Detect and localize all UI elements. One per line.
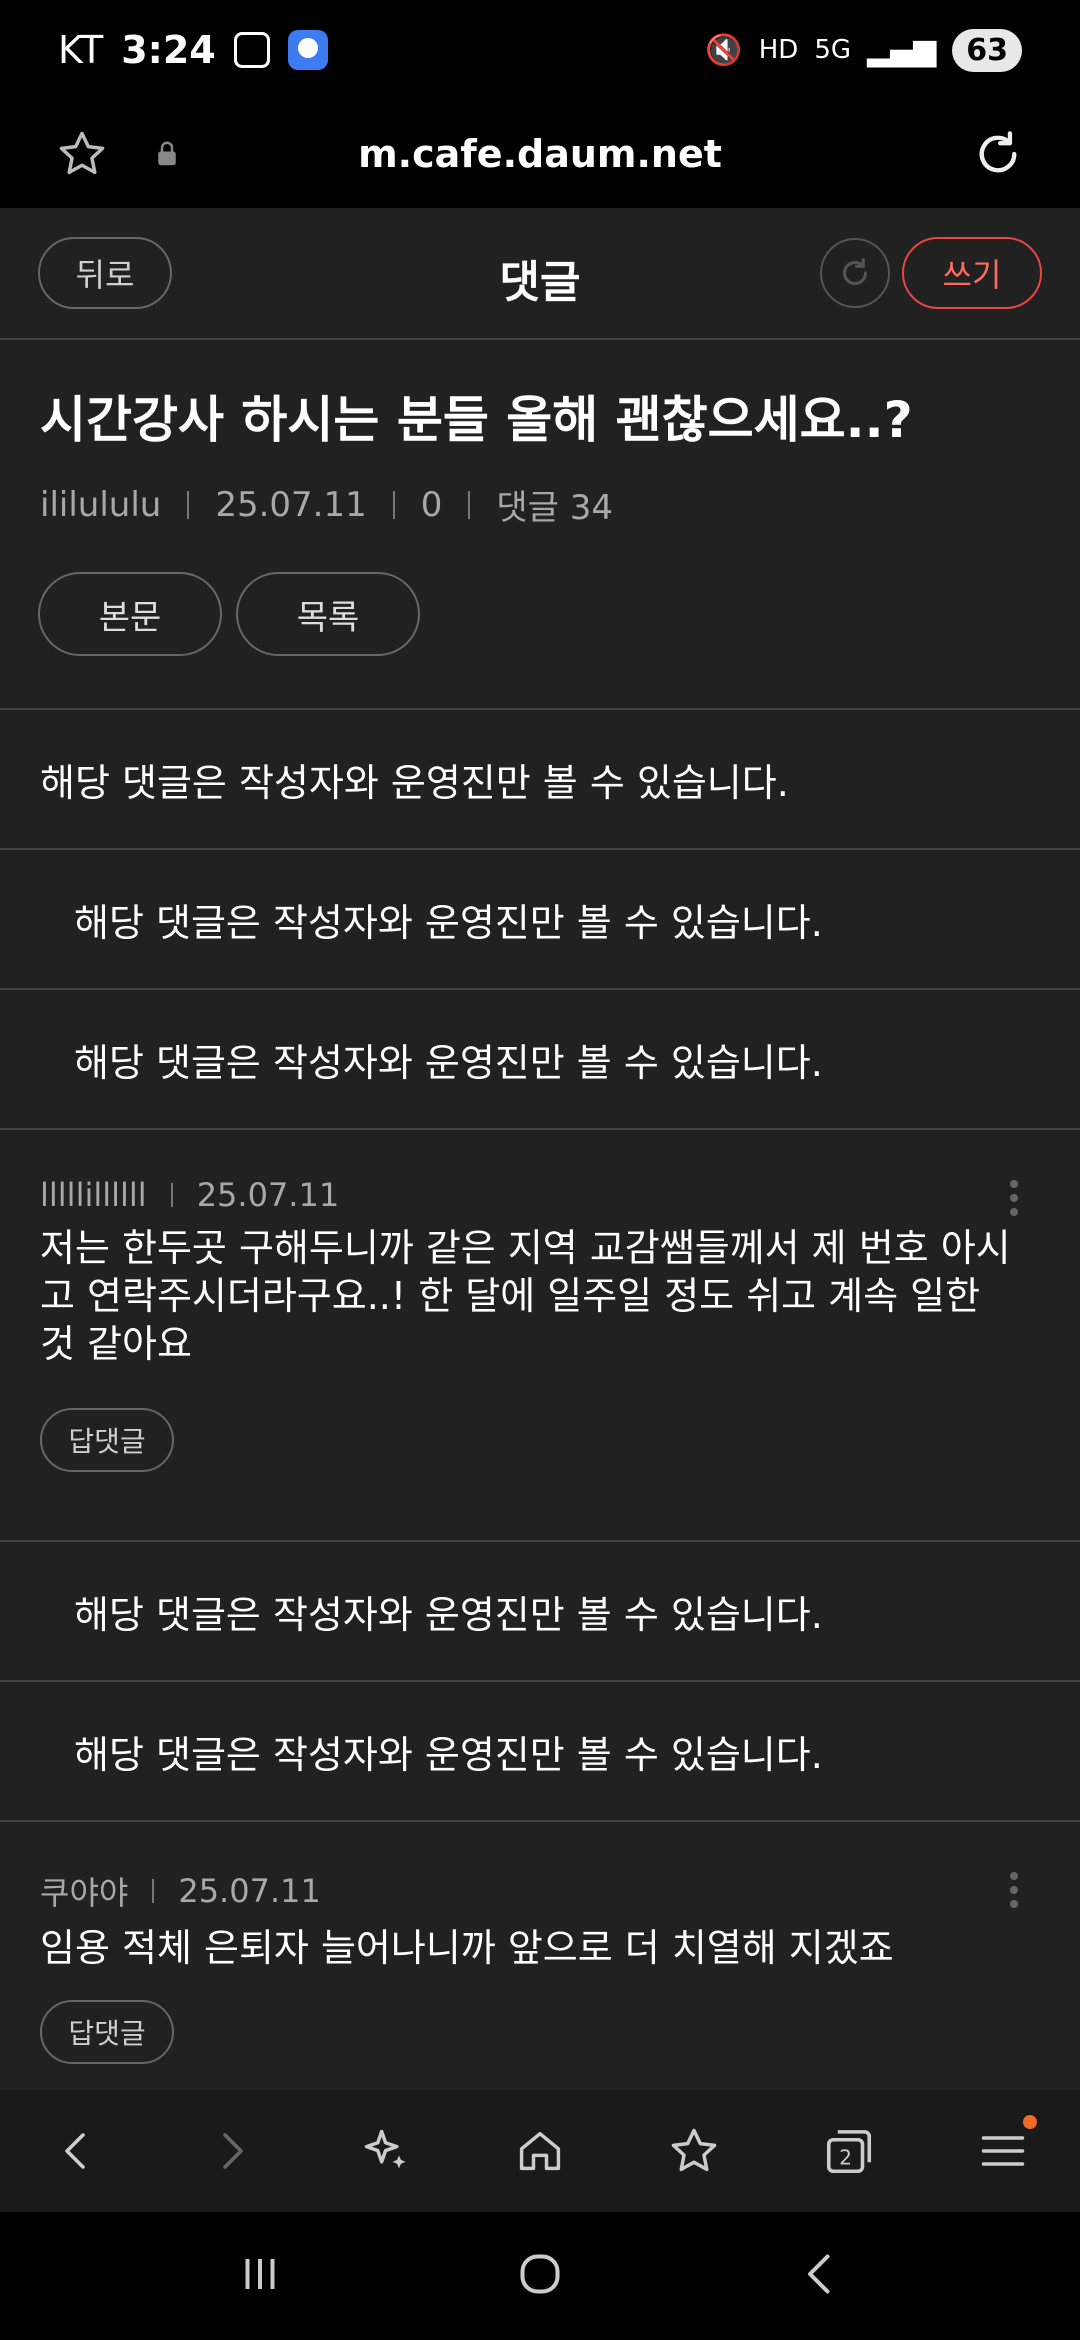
home-nav-button[interactable]: [510, 2244, 570, 2308]
app-notification-icon: [287, 30, 328, 70]
write-button[interactable]: 쓰기: [902, 237, 1042, 309]
sparkle-icon: [364, 2129, 406, 2169]
hamburger-icon: [981, 2136, 1025, 2166]
post-title[interactable]: 시간강사 하시는 분들 올해 괜찮으세요..?: [40, 380, 913, 452]
signal-icon: ▂▄▆: [867, 32, 937, 68]
divider: [152, 1879, 155, 1903]
hidden-reply: 해당 댓글은 작성자와 운영진만 볼 수 있습니다.: [0, 990, 1080, 1130]
comment-item: 쿠야야 25.07.11 임용 적체 은퇴자 늘어나니까 앞으로 더 치열해 지…: [0, 1822, 1080, 2090]
refresh-button[interactable]: [820, 238, 890, 308]
chevron-right-icon: [223, 2133, 244, 2169]
reload-icon[interactable]: [972, 128, 1024, 180]
status-bar: KT 3:24 🔇 HD 5G ▂▄▆ 63: [0, 0, 1080, 100]
hidden-reply: 해당 댓글은 작성자와 운영진만 볼 수 있습니다.: [0, 1542, 1080, 1682]
comment-text: 저는 한두곳 구해두니까 같은 지역 교감쌤들께서 제 번호 아시고 연락주시더…: [40, 1226, 1011, 1366]
comment-date: 25.07.11: [196, 1176, 340, 1214]
more-options-icon[interactable]: [1010, 1872, 1020, 1914]
screenshot-icon: [233, 32, 270, 68]
page-header: 뒤로 댓글 쓰기: [0, 208, 1080, 340]
network-type: 5G: [814, 35, 852, 65]
ai-assist-button[interactable]: [346, 2111, 426, 2191]
tabs-button[interactable]: 2: [809, 2111, 889, 2191]
back-nav-button[interactable]: [37, 2111, 117, 2191]
bookmarks-button[interactable]: [654, 2111, 734, 2191]
chevron-left-icon: [65, 2133, 85, 2169]
tabs-icon: 2: [826, 2130, 871, 2174]
comment-date: 25.07.11: [178, 1872, 321, 1910]
home-button[interactable]: [500, 2111, 580, 2191]
clock: 3:24: [121, 28, 216, 72]
hidden-comment: 해당 댓글은 작성자와 운영진만 볼 수 있습니다.: [0, 710, 1080, 850]
comment-author[interactable]: 쿠야야: [40, 1868, 128, 1914]
post-header: 시간강사 하시는 분들 올해 괜찮으세요..? ililululu 25.07.…: [0, 340, 1080, 710]
reply-button[interactable]: 답댓글: [40, 2000, 174, 2064]
view-body-button[interactable]: 본문: [38, 572, 222, 656]
forward-nav-button[interactable]: [191, 2111, 271, 2191]
post-meta: ililululu 25.07.11 0 댓글 34: [40, 480, 613, 529]
reply-button[interactable]: 답댓글: [40, 1408, 174, 1472]
list-button[interactable]: 목록: [236, 572, 420, 656]
divider: [170, 1183, 173, 1207]
post-author[interactable]: ililululu: [40, 485, 161, 525]
bookmark-star-icon: [671, 2128, 717, 2172]
recent-apps-icon: [245, 2259, 275, 2289]
refresh-icon: [843, 258, 867, 285]
post-date: 25.07.11: [215, 484, 367, 525]
tabs-count: 2: [839, 2146, 852, 2170]
hidden-reply: 해당 댓글은 작성자와 운영진만 볼 수 있습니다.: [0, 1682, 1080, 1822]
hd-badge: HD: [758, 35, 799, 65]
post-comment-count: 댓글 34: [496, 488, 614, 528]
menu-button[interactable]: [963, 2111, 1043, 2191]
circle-home-icon: [520, 2254, 560, 2294]
system-nav-bar: [0, 2212, 1080, 2340]
comment-author[interactable]: lllllillllll: [40, 1176, 147, 1214]
carrier-label: KT: [58, 28, 104, 72]
hidden-reply: 해당 댓글은 작성자와 운영진만 볼 수 있습니다.: [0, 850, 1080, 990]
divider: [468, 490, 471, 519]
comment-list: 해당 댓글은 작성자와 운영진만 볼 수 있습니다. 해당 댓글은 작성자와 운…: [0, 710, 1080, 2090]
post-views: 0: [420, 484, 443, 525]
recent-apps-button[interactable]: [230, 2244, 290, 2308]
battery-indicator: 63: [952, 28, 1022, 72]
bookmark-star-icon[interactable]: [56, 128, 108, 180]
chevron-left-icon: [808, 2254, 830, 2294]
divider: [392, 490, 395, 519]
home-icon: [519, 2131, 561, 2171]
more-options-icon[interactable]: [1010, 1180, 1020, 1222]
notification-dot: [1022, 2115, 1037, 2129]
divider: [187, 490, 190, 519]
browser-toolbar: 2: [0, 2090, 1080, 2212]
mute-icon: 🔇: [705, 32, 743, 68]
comment-text: 임용 적체 은퇴자 늘어나니까 앞으로 더 치열해 지겠죠: [40, 1926, 894, 1970]
system-back-button[interactable]: [790, 2244, 850, 2308]
lock-icon: [152, 139, 182, 169]
browser-url-bar: m.cafe.daum.net: [0, 100, 1080, 208]
comment-item: lllllillllll 25.07.11 저는 한두곳 구해두니까 같은 지역…: [0, 1130, 1080, 1542]
